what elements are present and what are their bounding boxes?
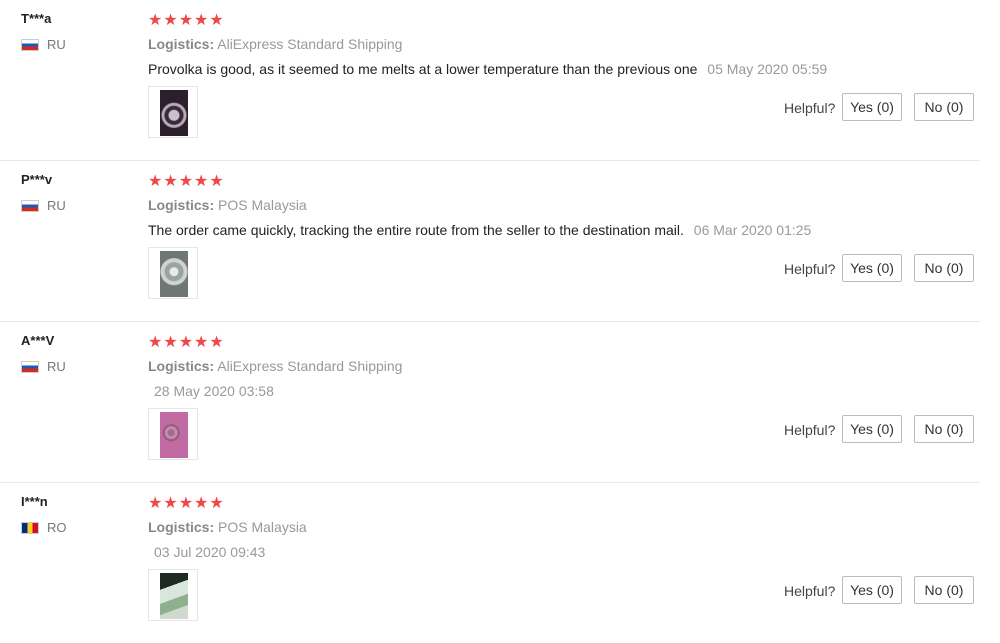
logistics-label: Logistics: <box>148 197 215 213</box>
helpful-no-button[interactable]: No (0) <box>914 93 974 121</box>
logistics-label: Logistics: <box>148 358 215 374</box>
star-rating: ★★★★★ <box>148 12 225 29</box>
star-rating: ★★★★★ <box>148 334 225 351</box>
review-comment: 03 Jul 2020 09:43 <box>148 544 265 560</box>
photo-pink-spool-image <box>160 412 188 458</box>
reviewer-country: RO <box>21 520 67 535</box>
helpful-label: Helpful? <box>784 261 836 277</box>
comment-text: Provolka is good, as it seemed to me mel… <box>148 61 698 77</box>
logistics-label: Logistics: <box>148 36 215 52</box>
logistics-info: Logistics: POS Malaysia <box>148 197 307 213</box>
star-rating: ★★★★★ <box>148 173 225 190</box>
star-rating: ★★★★★ <box>148 495 225 512</box>
reviewer-name: A***V <box>21 333 55 348</box>
review-date: 28 May 2020 03:58 <box>154 383 274 399</box>
reviewer-name: I***n <box>21 494 48 509</box>
reviewer-name: T***a <box>21 11 52 26</box>
photo-package-image <box>160 251 188 297</box>
logistics-label: Logistics: <box>148 519 215 535</box>
review-item: A***V RU ★★★★★ Logistics: AliExpress Sta… <box>0 322 980 483</box>
review-photo-thumbnail[interactable] <box>148 86 198 138</box>
country-code: RU <box>47 37 66 52</box>
review-item: I***n RO ★★★★★ Logistics: POS Malaysia 0… <box>0 483 980 643</box>
russia-flag-icon <box>21 360 39 373</box>
shipping-method: POS Malaysia <box>218 197 307 213</box>
review-comment: The order came quickly, tracking the ent… <box>148 222 811 238</box>
helpful-no-button[interactable]: No (0) <box>914 415 974 443</box>
review-photo-thumbnail[interactable] <box>148 408 198 460</box>
reviewer-country: RU <box>21 359 66 374</box>
review-comment: 28 May 2020 03:58 <box>148 383 274 399</box>
helpful-no-button[interactable]: No (0) <box>914 254 974 282</box>
review-comment: Provolka is good, as it seemed to me mel… <box>148 61 827 77</box>
review-date: 05 May 2020 05:59 <box>707 61 828 77</box>
logistics-info: Logistics: POS Malaysia <box>148 519 307 535</box>
comment-text: The order came quickly, tracking the ent… <box>148 222 684 238</box>
review-date: 03 Jul 2020 09:43 <box>154 544 266 560</box>
helpful-yes-button[interactable]: Yes (0) <box>842 576 902 604</box>
shipping-method: AliExpress Standard Shipping <box>217 358 403 374</box>
shipping-method: POS Malaysia <box>218 519 307 535</box>
photo-wire-spool-image <box>160 90 188 136</box>
helpful-yes-button[interactable]: Yes (0) <box>842 415 902 443</box>
review-item: T***a RU ★★★★★ Logistics: AliExpress Sta… <box>0 0 980 161</box>
russia-flag-icon <box>21 199 39 212</box>
helpful-label: Helpful? <box>784 422 836 438</box>
review-item: P***v RU ★★★★★ Logistics: POS Malaysia T… <box>0 161 980 322</box>
helpful-yes-button[interactable]: Yes (0) <box>842 93 902 121</box>
reviewer-country: RU <box>21 198 66 213</box>
review-photo-thumbnail[interactable] <box>148 247 198 299</box>
photo-green-package-image <box>160 573 188 619</box>
logistics-info: Logistics: AliExpress Standard Shipping <box>148 36 402 52</box>
helpful-label: Helpful? <box>784 583 836 599</box>
helpful-yes-button[interactable]: Yes (0) <box>842 254 902 282</box>
country-code: RU <box>47 359 66 374</box>
review-date: 06 Mar 2020 01:25 <box>693 222 812 238</box>
helpful-label: Helpful? <box>784 100 836 116</box>
country-code: RU <box>47 198 66 213</box>
logistics-info: Logistics: AliExpress Standard Shipping <box>148 358 402 374</box>
review-photo-thumbnail[interactable] <box>148 569 198 621</box>
shipping-method: AliExpress Standard Shipping <box>217 36 403 52</box>
russia-flag-icon <box>21 38 39 51</box>
country-code: RO <box>47 520 67 535</box>
helpful-no-button[interactable]: No (0) <box>914 576 974 604</box>
reviewer-country: RU <box>21 37 66 52</box>
reviewer-name: P***v <box>21 172 53 187</box>
romania-flag-icon <box>21 521 39 534</box>
